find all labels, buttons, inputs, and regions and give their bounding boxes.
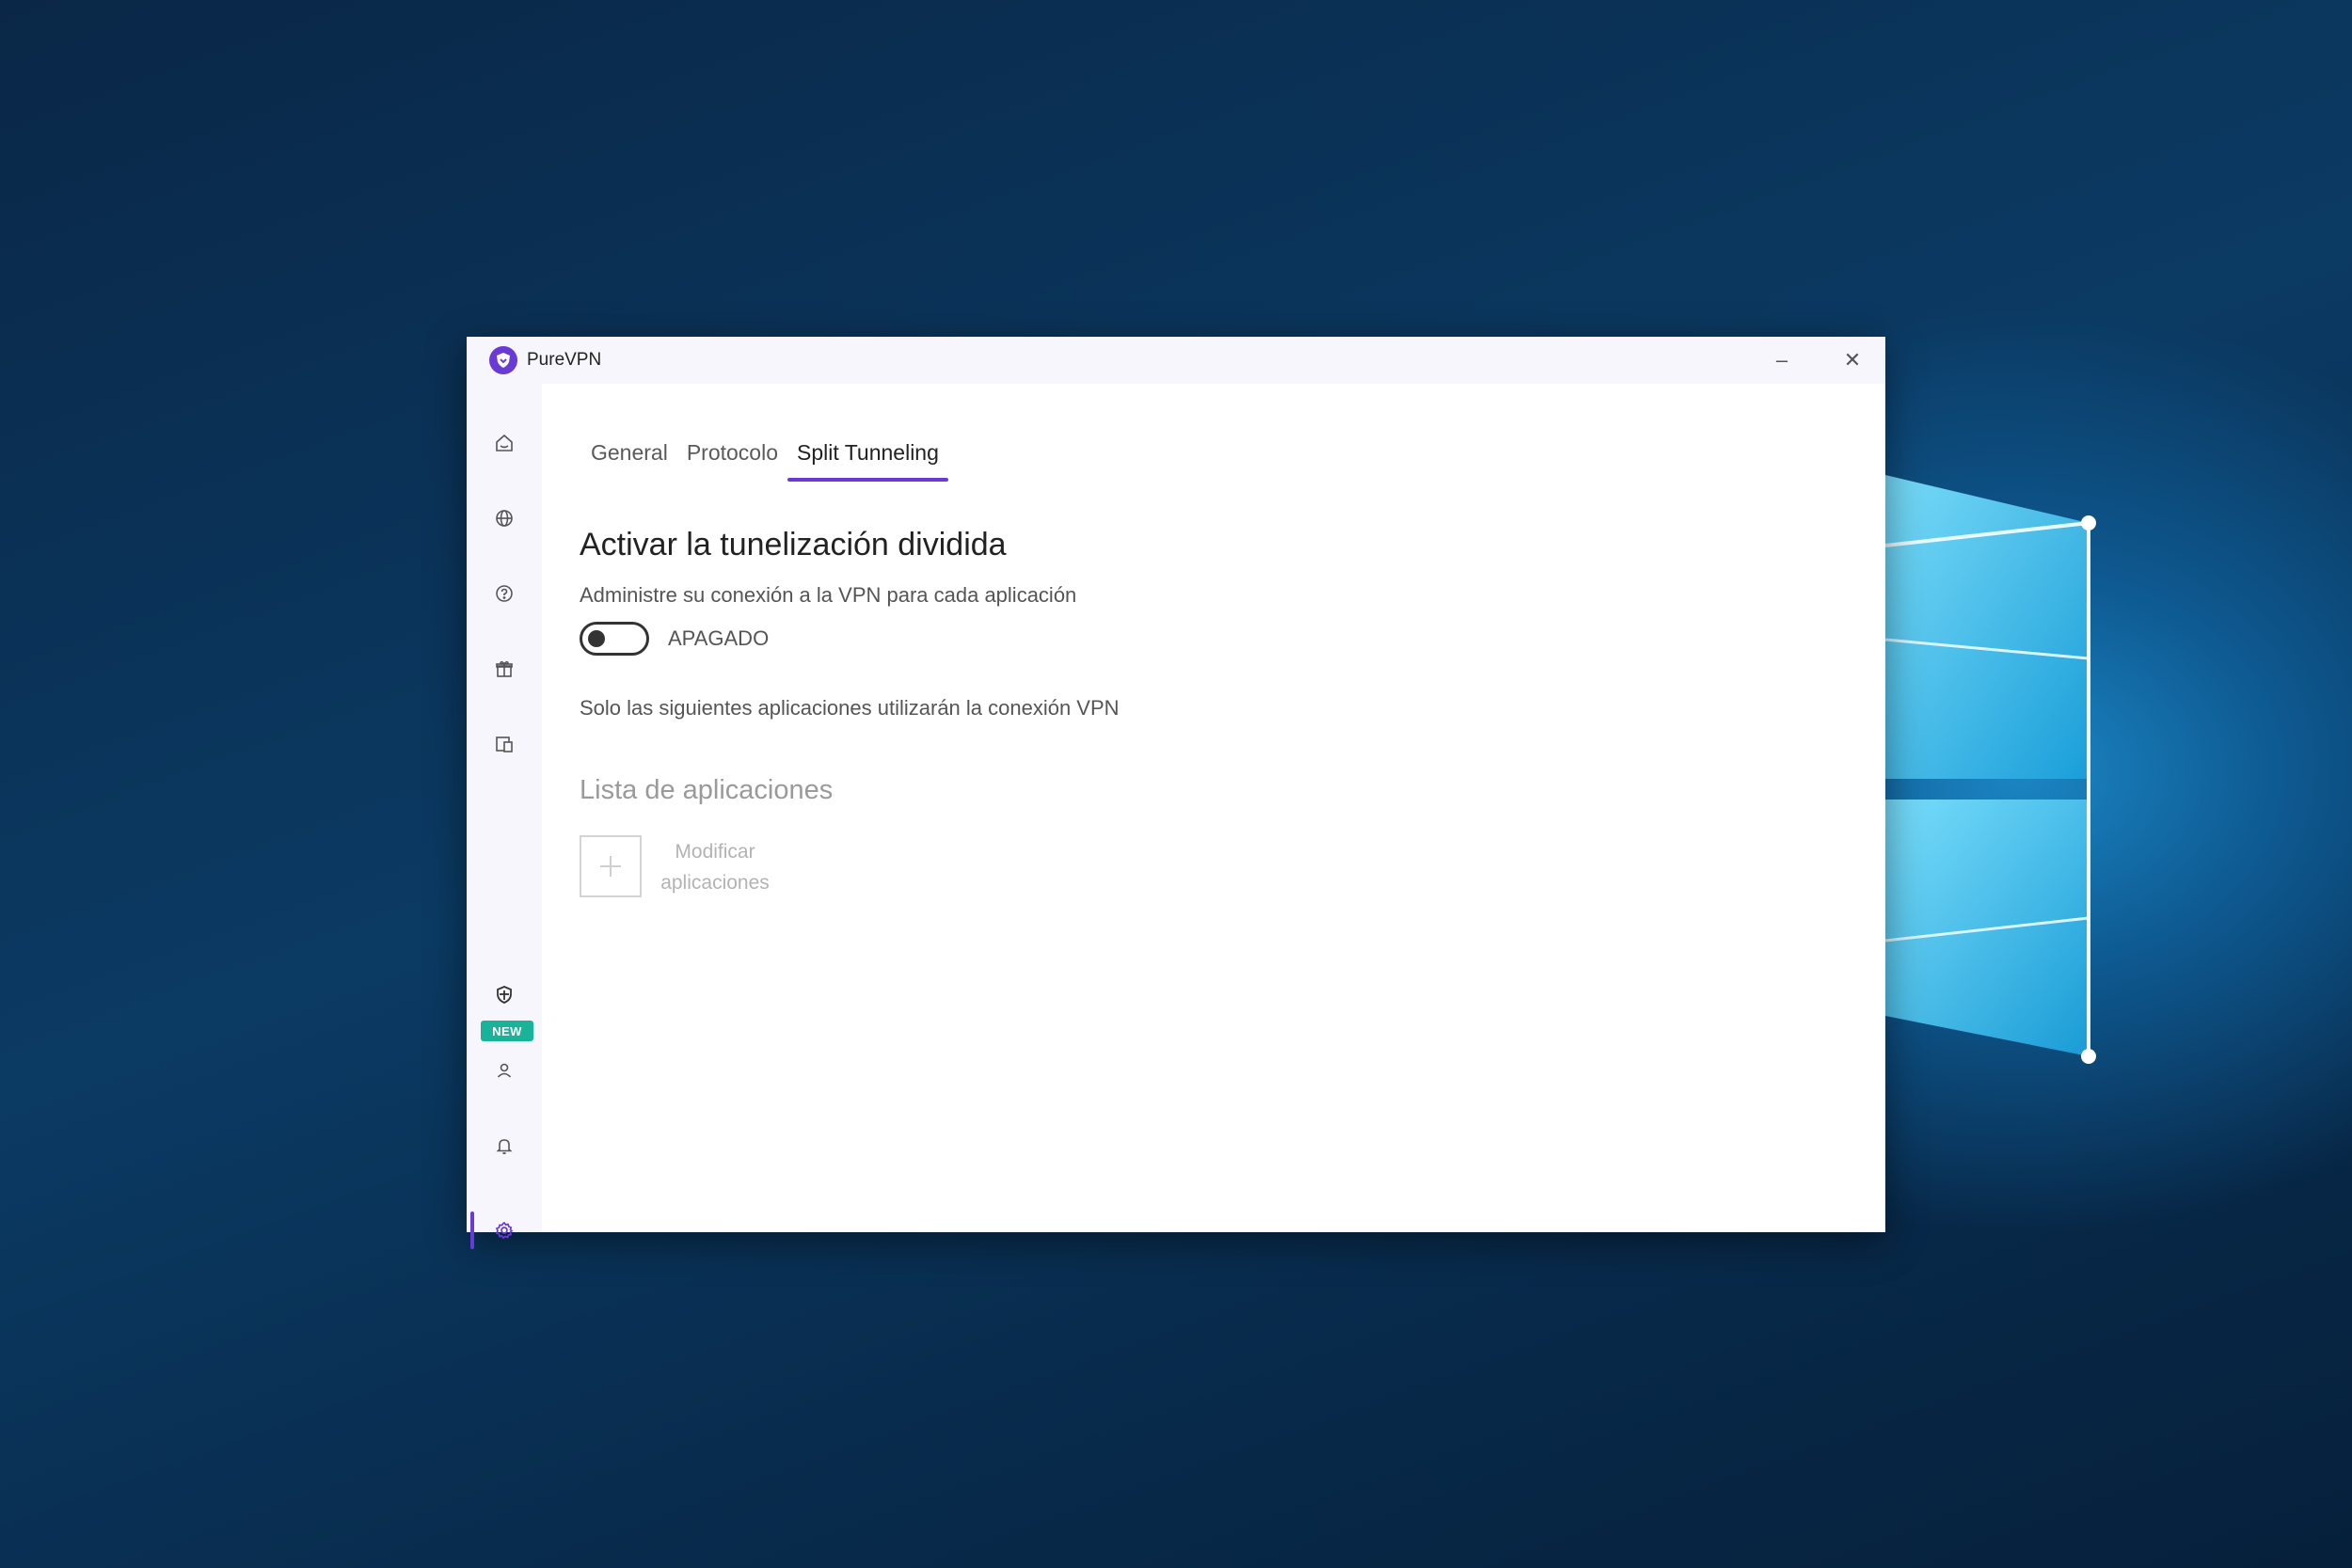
user-icon xyxy=(497,1063,512,1078)
close-button[interactable]: ✕ xyxy=(1820,337,1885,384)
sidebar-item-security-addon[interactable] xyxy=(467,972,542,1019)
sidebar-item-home[interactable] xyxy=(467,420,542,467)
new-badge: NEW xyxy=(481,1021,533,1041)
toggle-state-label: APAGADO xyxy=(668,626,770,650)
tab-general[interactable]: General xyxy=(581,431,677,482)
plus-icon xyxy=(600,856,621,877)
sidebar-item-devices[interactable] xyxy=(467,721,542,768)
devices-icon xyxy=(496,736,513,752)
sidebar: NEW xyxy=(467,384,542,1249)
app-list-title: Lista de aplicaciones xyxy=(580,775,834,805)
active-nav-indicator xyxy=(470,1212,474,1249)
title-bar[interactable]: PureVPN – ✕ xyxy=(467,337,1885,384)
toggle-knob xyxy=(588,630,605,647)
tab-protocol[interactable]: Protocolo xyxy=(677,431,787,482)
modify-apps-button[interactable] xyxy=(580,835,642,897)
shield-plus-icon xyxy=(497,986,512,1004)
split-tunneling-description: Administre su conexión a la VPN para cad… xyxy=(580,583,1077,607)
help-icon xyxy=(496,585,513,602)
gift-icon xyxy=(496,660,513,677)
only-apps-text: Solo las siguientes aplicaciones utiliza… xyxy=(580,696,1120,720)
sidebar-item-locations[interactable] xyxy=(467,495,542,542)
purevpn-window: PureVPN – ✕ NEW General Protocolo Split … xyxy=(467,337,1885,1249)
bell-icon xyxy=(496,1139,513,1155)
sidebar-item-help[interactable] xyxy=(467,570,542,617)
split-tunneling-toggle[interactable] xyxy=(580,622,649,656)
minimize-button[interactable]: – xyxy=(1749,337,1815,384)
purevpn-logo-icon xyxy=(489,346,517,374)
tab-split-tunneling[interactable]: Split Tunneling xyxy=(787,431,948,482)
modify-apps-label[interactable]: Modificar aplicaciones xyxy=(651,836,779,898)
app-title: PureVPN xyxy=(527,350,602,370)
sidebar-item-account[interactable] xyxy=(467,1047,542,1094)
globe-icon xyxy=(496,510,513,527)
settings-tabs: General Protocolo Split Tunneling xyxy=(581,431,948,482)
gear-icon xyxy=(495,1221,514,1240)
sidebar-item-notifications[interactable] xyxy=(467,1122,542,1169)
settings-content: General Protocolo Split Tunneling xyxy=(542,384,1885,1232)
sidebar-item-settings[interactable] xyxy=(467,1207,542,1254)
split-tunneling-title: Activar la tunelización dividida xyxy=(580,527,1007,562)
sidebar-item-rewards[interactable] xyxy=(467,645,542,692)
home-icon xyxy=(496,434,513,451)
